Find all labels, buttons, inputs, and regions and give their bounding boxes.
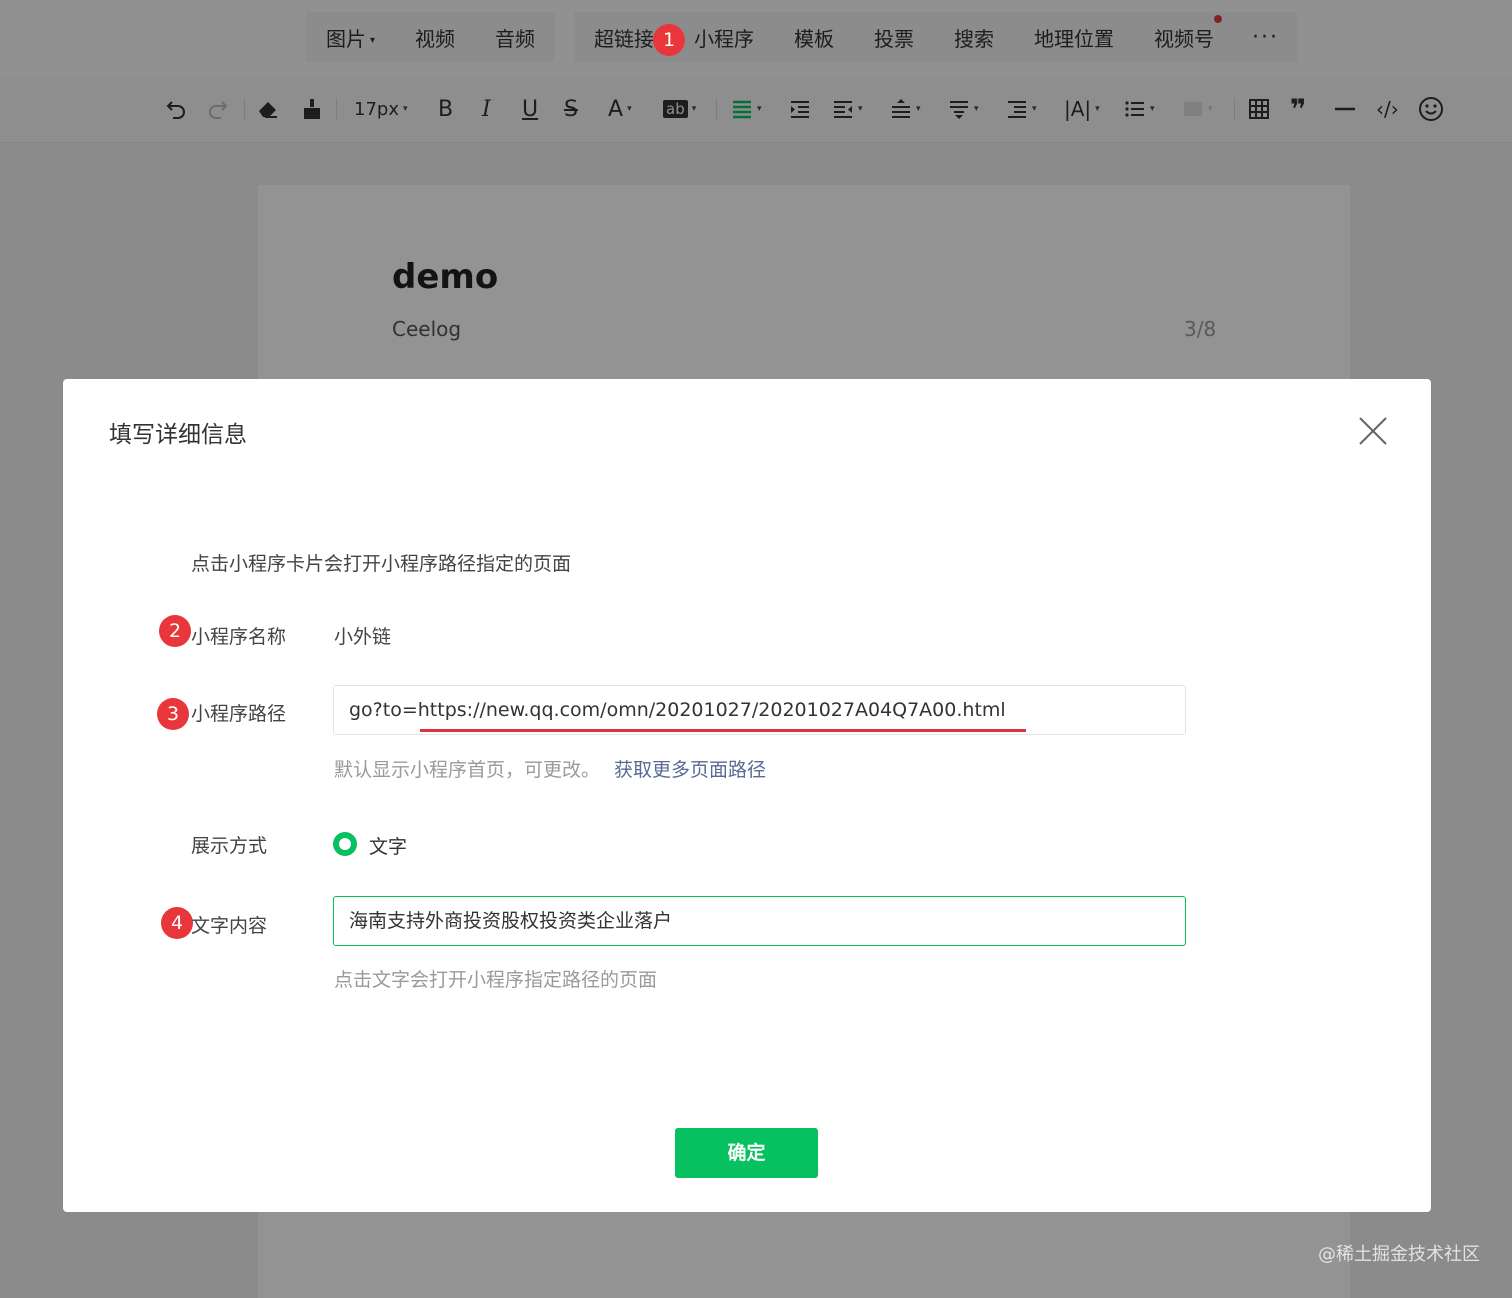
annotation-badge-1: 1 xyxy=(653,24,685,56)
dialog-title: 填写详细信息 xyxy=(109,422,247,448)
miniprogram-dialog: 填写详细信息 点击小程序卡片会打开小程序路径指定的页面 2 小程序名称 小外链 … xyxy=(63,379,1431,1212)
miniprogram-path-hint: 默认显示小程序首页，可更改。 获取更多页面路径 xyxy=(334,755,766,782)
display-text-radio[interactable] xyxy=(333,832,357,856)
display-mode-label: 展示方式 xyxy=(191,835,268,857)
annotation-badge-2: 2 xyxy=(159,615,191,647)
text-content-label: 文字内容 xyxy=(191,915,268,937)
confirm-button[interactable]: 确定 xyxy=(675,1128,818,1178)
miniprogram-name-value: 小外链 xyxy=(334,626,392,648)
text-content-input[interactable]: 海南支持外商投资股权投资类企业落户 xyxy=(333,896,1186,946)
annotation-underline xyxy=(420,729,1026,732)
text-content-hint: 点击文字会打开小程序指定路径的页面 xyxy=(334,969,658,991)
miniprogram-path-input[interactable]: go?to=https://new.qq.com/omn/20201027/20… xyxy=(333,685,1186,735)
more-paths-link[interactable]: 获取更多页面路径 xyxy=(614,759,766,781)
dialog-description: 点击小程序卡片会打开小程序路径指定的页面 xyxy=(191,553,572,575)
watermark: @稀土掘金技术社区 xyxy=(1318,1244,1480,1265)
path-hint-text: 默认显示小程序首页，可更改。 xyxy=(334,759,601,781)
close-icon[interactable] xyxy=(1353,411,1393,451)
annotation-badge-4: 4 xyxy=(161,907,193,939)
miniprogram-name-label: 小程序名称 xyxy=(191,626,287,648)
miniprogram-path-label: 小程序路径 xyxy=(191,703,287,725)
annotation-badge-3: 3 xyxy=(157,698,189,730)
display-text-radio-label[interactable]: 文字 xyxy=(369,832,407,859)
